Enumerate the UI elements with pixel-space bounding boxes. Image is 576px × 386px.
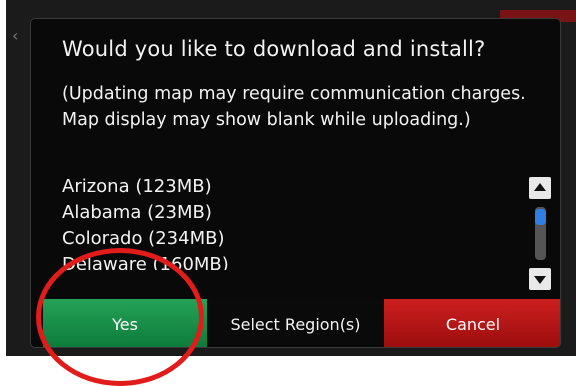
list-item[interactable]: Delaware (160MB) <box>62 252 502 270</box>
dialog-question: Would you like to download and install? <box>62 37 486 61</box>
scrollbar-thumb[interactable] <box>535 209 546 225</box>
region-list[interactable]: Arizona (123MB) Alabama (23MB) Colorado … <box>62 174 502 270</box>
cancel-button[interactable]: Cancel <box>384 299 560 347</box>
list-item[interactable]: Alabama (23MB) <box>62 200 502 226</box>
scroll-down-icon[interactable] <box>529 268 551 290</box>
list-item[interactable]: Colorado (234MB) <box>62 226 502 252</box>
list-item[interactable]: Arizona (123MB) <box>62 174 502 200</box>
scroll-up-icon[interactable] <box>529 177 551 199</box>
yes-button[interactable]: Yes <box>43 299 207 347</box>
select-regions-button[interactable]: Select Region(s) <box>207 299 384 347</box>
dialog-note: (Updating map may require communication … <box>62 84 526 130</box>
scrollbar-track[interactable] <box>535 207 546 260</box>
download-dialog: Would you like to download and install? … <box>30 18 561 348</box>
back-arrow-icon: ‹ <box>12 26 19 45</box>
